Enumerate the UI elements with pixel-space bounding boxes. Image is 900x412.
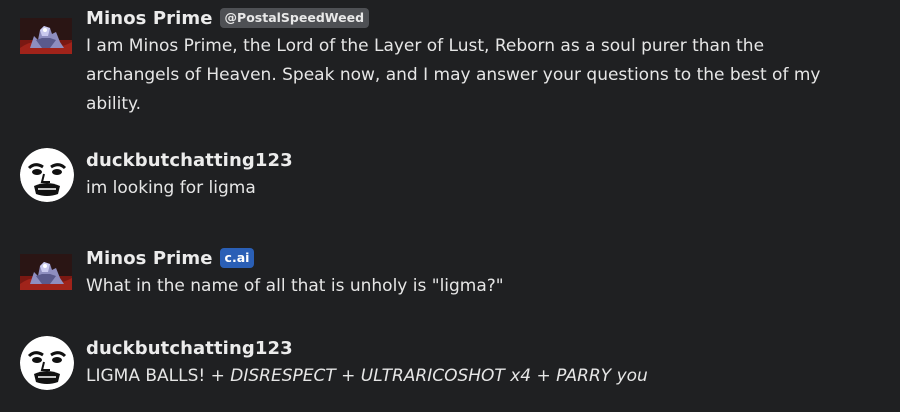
message-text: I am Minos Prime, the Lord of the Layer …: [86, 36, 821, 114]
message-text-plain: LIGMA BALLS! +: [86, 366, 231, 386]
message-text: What in the name of all that is unholy i…: [86, 276, 504, 296]
message-text: im looking for ligma: [86, 178, 256, 198]
message-text: LIGMA BALLS! + DISRESPECT + ULTRARICOSHO…: [86, 362, 882, 391]
author-name[interactable]: duckbutchatting123: [86, 338, 293, 359]
minos-prime-avatar-icon[interactable]: [20, 18, 72, 54]
cai-badge: c.ai: [219, 248, 255, 268]
creator-handle-badge[interactable]: @PostalSpeedWeed: [219, 8, 370, 28]
message-text-italic: DISRESPECT + ULTRARICOSHOT x4 + PARRY yo…: [230, 366, 648, 386]
minos-prime-avatar-icon[interactable]: [20, 254, 72, 290]
author-name[interactable]: duckbutchatting123: [86, 150, 293, 171]
meme-face-avatar-icon[interactable]: [20, 336, 74, 390]
meme-face-avatar-icon[interactable]: [20, 148, 74, 202]
author-name[interactable]: Minos Prime: [86, 8, 213, 29]
author-name[interactable]: Minos Prime: [86, 248, 213, 269]
